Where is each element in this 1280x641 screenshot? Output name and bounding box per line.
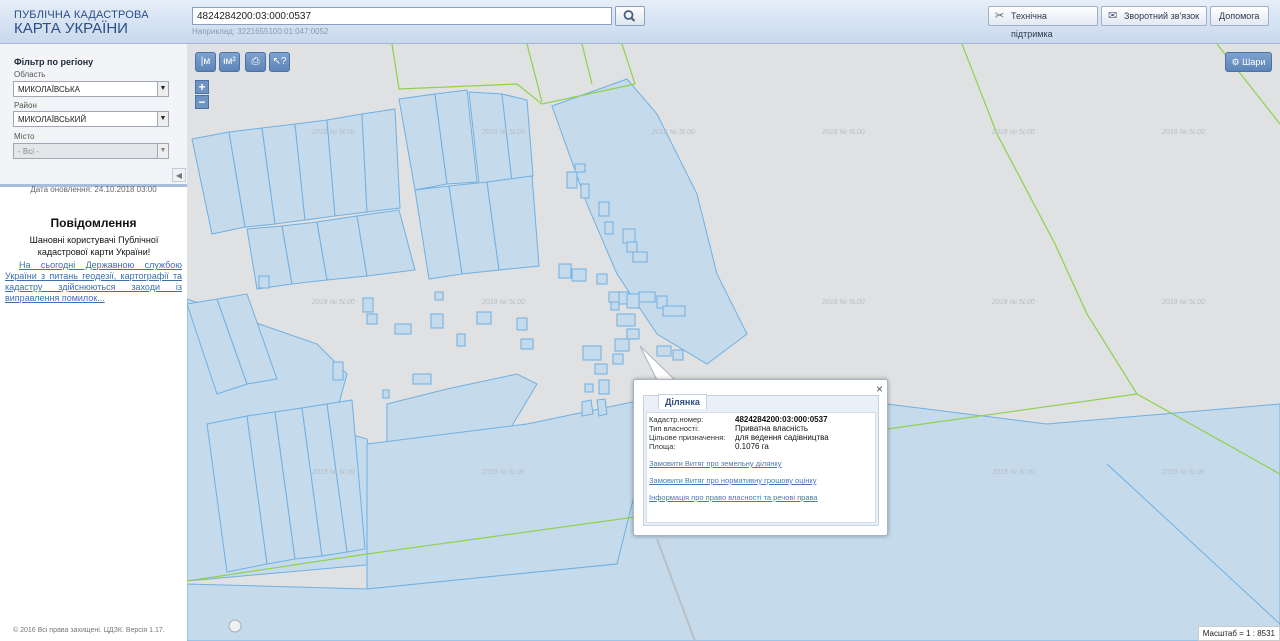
- copyright: © 2016 Всі права захищені. ЦДЗК. Версія …: [13, 627, 165, 634]
- collapse-sidebar-button[interactable]: ◀: [172, 168, 186, 182]
- layers-button[interactable]: ⚙ Шари: [1225, 52, 1272, 72]
- svg-text:2018 № 5L00: 2018 № 5L00: [481, 469, 525, 476]
- close-icon[interactable]: ×: [876, 382, 883, 396]
- help-button[interactable]: Допомога: [1210, 6, 1269, 26]
- feedback-button[interactable]: ✉ Зворотний зв'язок: [1101, 6, 1207, 26]
- svg-text:2018 № 5L00: 2018 № 5L00: [1161, 129, 1205, 136]
- identify-button[interactable]: ↖?: [269, 52, 290, 72]
- mail-icon: ✉: [1108, 10, 1118, 22]
- svg-text:2018 № 5L00: 2018 № 5L00: [991, 469, 1035, 476]
- city-select[interactable]: - Всі - ▼: [13, 143, 169, 159]
- svg-text:2018 № 5L00: 2018 № 5L00: [311, 129, 355, 136]
- row-cadastral-number: Кадастр.номер: 4824284200:03:000:0537: [649, 415, 828, 424]
- order-valuation-link[interactable]: Замовити Витяг про нормативну грошову оц…: [649, 476, 816, 485]
- search-input[interactable]: 4824284200:03:000:0537: [192, 7, 612, 25]
- cursor-help-icon: ↖?: [272, 56, 287, 67]
- row-area: Площа: 0.1076 га: [649, 442, 769, 451]
- region-filter: Фільтр по регіону Область МИКОЛАЇВСЬКА ▼ …: [0, 44, 187, 187]
- city-label: Місто: [14, 132, 35, 141]
- row-ownership: Тип власності: Приватна власність: [649, 424, 809, 433]
- scale-indicator: Масштаб = 1 : 8531: [1197, 626, 1280, 641]
- popup-panel: Ділянка Кадастр.номер: 4824284200:03:000:…: [643, 394, 879, 526]
- print-button[interactable]: ⎙: [245, 52, 266, 72]
- map-layer: 2018 № 5L00 2018 № 5L00 2018 № 5L00 2018 №…: [187, 44, 1280, 641]
- search-icon: [623, 10, 636, 22]
- zoom-out-button[interactable]: −: [195, 95, 209, 109]
- map-canvas[interactable]: 2018 № 5L00 2018 № 5L00 2018 № 5L00 2018 №…: [187, 44, 1280, 641]
- notice-text: Шановні користувачі Публічної кадастрово…: [29, 235, 159, 257]
- svg-text:2018 № 5L00: 2018 № 5L00: [991, 299, 1035, 306]
- update-date: Дата оновлення: 24.10.2018 03:00: [30, 185, 157, 194]
- search-button[interactable]: [615, 6, 645, 26]
- notice-title: Повідомлення: [50, 216, 137, 230]
- gear-icon: ⚙: [1231, 57, 1240, 67]
- tab-parcel[interactable]: Ділянка: [658, 394, 707, 409]
- district-label: Район: [14, 101, 37, 110]
- tools-icon: ✂: [995, 10, 1005, 22]
- svg-text:2018 № 5L00: 2018 № 5L00: [481, 299, 525, 306]
- chevron-down-icon: ▼: [157, 144, 168, 158]
- region-select[interactable]: МИКОЛАЇВСЬКА ▼: [13, 81, 169, 97]
- svg-text:2018 № 5L00: 2018 № 5L00: [651, 129, 695, 136]
- zoom-in-button[interactable]: +: [195, 80, 209, 94]
- search-hint: Наприклад: 3221655100:01:047:0052: [192, 27, 329, 36]
- support-button[interactable]: ✂ Технічна підтримка: [988, 6, 1098, 39]
- svg-text:2018 № 5L00: 2018 № 5L00: [821, 129, 865, 136]
- svg-text:2018 № 5L00: 2018 № 5L00: [311, 299, 355, 306]
- svg-text:2018 № 5L00: 2018 № 5L00: [821, 299, 865, 306]
- logo-line2[interactable]: КАРТА УКРАЇНИ: [14, 20, 128, 37]
- measure-area-button[interactable]: ᵻм²: [219, 52, 240, 72]
- parcel-popup: × Ділянка Кадастр.номер: 4824284200:03:00…: [633, 379, 888, 536]
- notice-link[interactable]: На сьогодні Державною службою України з …: [5, 260, 182, 304]
- popup-pointer: [639, 345, 677, 381]
- order-extract-link[interactable]: Замовити Витяг про земельну ділянку: [649, 459, 782, 468]
- printer-icon: ⎙: [251, 56, 260, 67]
- svg-text:2018 № 5L00: 2018 № 5L00: [481, 129, 525, 136]
- svg-text:2018 № 5L00: 2018 № 5L00: [991, 129, 1035, 136]
- svg-text:2018 № 5L00: 2018 № 5L00: [311, 469, 355, 476]
- region-label: Область: [14, 70, 46, 79]
- row-purpose: Цільове призначення: для ведення садівниц…: [649, 433, 829, 442]
- sidebar: Фільтр по регіону Область МИКОЛАЇВСЬКА ▼ …: [0, 44, 188, 641]
- ownership-info-link[interactable]: Інформація про право власності та речові…: [649, 493, 818, 502]
- district-select[interactable]: МИКОЛАЇВСЬКИЙ ▼: [13, 111, 169, 127]
- popup-body: Кадастр.номер: 4824284200:03:000:0537 Тип…: [646, 412, 876, 523]
- svg-text:2018 № 5L00: 2018 № 5L00: [1161, 469, 1205, 476]
- header: ПУБЛІЧНА КАДАСТРОВА КАРТА УКРАЇНИ 482428…: [0, 0, 1280, 44]
- filter-title: Фільтр по регіону: [14, 57, 94, 67]
- chevron-down-icon: ▼: [157, 112, 168, 126]
- chevron-down-icon: ▼: [157, 82, 168, 96]
- measure-distance-button[interactable]: |м: [195, 52, 216, 72]
- svg-text:2018 № 5L00: 2018 № 5L00: [1161, 299, 1205, 306]
